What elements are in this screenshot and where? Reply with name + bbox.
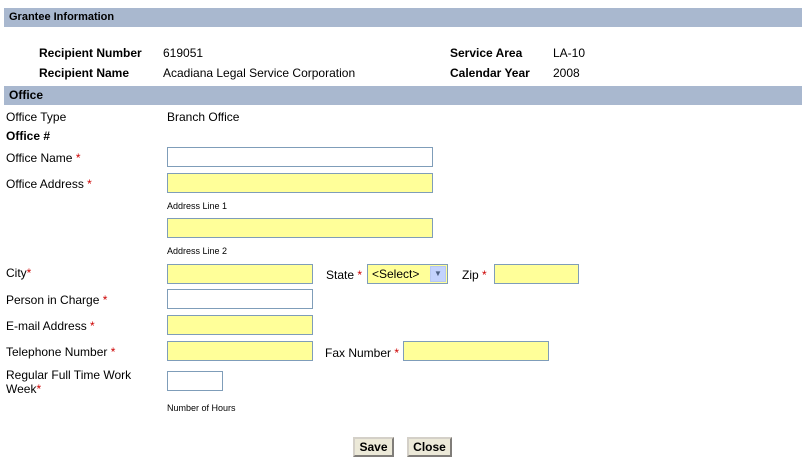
state-select[interactable]: <Select> ▼ (367, 264, 448, 284)
office-type-value: Branch Office (167, 110, 240, 124)
required-marker: * (394, 346, 400, 360)
zip-input[interactable] (494, 264, 579, 284)
address-line1-input[interactable] (167, 173, 433, 193)
fax-label: Fax Number * (325, 346, 400, 360)
office-address-label: Office Address * (6, 177, 92, 191)
address-line2-input[interactable] (167, 218, 433, 238)
office-name-input[interactable] (167, 147, 433, 167)
required-marker: * (357, 268, 363, 282)
work-week-label-line1: Regular Full Time Work (6, 368, 132, 382)
office-number-label: Office # (6, 129, 51, 143)
calendar-year-value: 2008 (553, 66, 580, 80)
required-marker: * (87, 177, 92, 191)
office-section-header: Office (4, 86, 802, 105)
telephone-input[interactable] (167, 341, 313, 361)
office-type-label: Office Type (6, 110, 67, 124)
number-of-hours-caption: Number of Hours (167, 403, 236, 413)
recipient-number-label: Recipient Number (39, 46, 142, 60)
person-in-charge-label: Person in Charge * (6, 293, 108, 307)
close-button[interactable]: Close (407, 437, 452, 457)
recipient-name-value: Acadiana Legal Service Corporation (163, 66, 356, 80)
person-in-charge-input[interactable] (167, 289, 313, 309)
calendar-year-label: Calendar Year (450, 66, 530, 80)
required-marker: * (75, 151, 81, 165)
state-label: State * (326, 268, 363, 282)
recipient-name-label: Recipient Name (39, 66, 130, 80)
recipient-number-value: 619051 (163, 46, 204, 60)
work-week-hours-input[interactable] (167, 371, 223, 391)
chevron-down-icon[interactable]: ▼ (430, 266, 446, 282)
email-input[interactable] (167, 315, 313, 335)
required-marker: * (102, 293, 108, 307)
city-input[interactable] (167, 264, 313, 284)
zip-label: Zip * (462, 268, 487, 282)
service-area-label: Service Area (450, 46, 523, 60)
city-label: City* (6, 266, 32, 280)
state-select-value: <Select> (372, 267, 420, 281)
address-line1-caption: Address Line 1 (167, 201, 228, 211)
required-marker: * (90, 319, 95, 333)
address-line2-caption: Address Line 2 (167, 246, 228, 256)
required-marker: * (26, 266, 32, 280)
required-marker: * (482, 268, 487, 282)
grantee-information-header: Grantee Information (4, 8, 802, 27)
service-area-value: LA-10 (553, 46, 586, 60)
fax-input[interactable] (403, 341, 549, 361)
save-button[interactable]: Save (353, 437, 394, 457)
work-week-label-line2: Week* (6, 382, 42, 396)
required-marker: * (36, 382, 42, 396)
telephone-label: Telephone Number * (6, 345, 116, 359)
required-marker: * (110, 345, 116, 359)
office-name-label: Office Name * (6, 151, 81, 165)
email-label: E-mail Address * (6, 319, 95, 333)
